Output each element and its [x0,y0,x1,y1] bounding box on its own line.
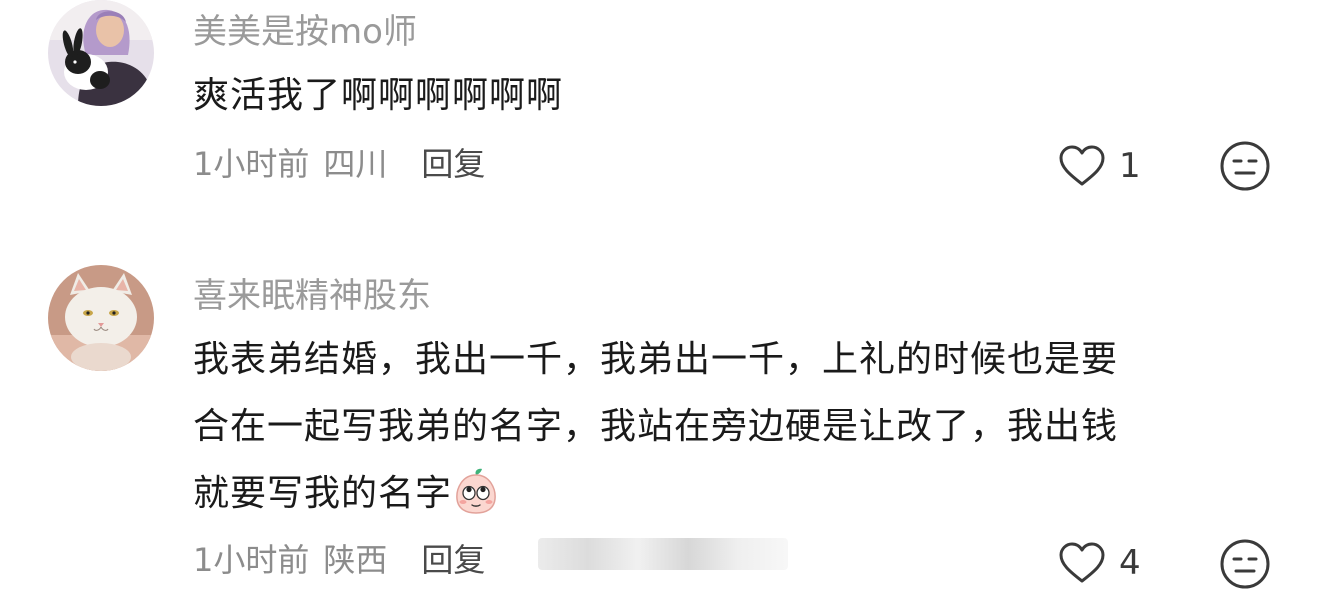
dislike-button[interactable] [1219,538,1271,590]
like-button[interactable]: 4 [1057,538,1141,588]
comment-text-line-3: 就要写我的名字 [193,460,1253,527]
peach-eye-roll-emoji-icon [454,467,498,515]
heart-icon [1059,542,1105,583]
user-avatar[interactable] [48,265,154,371]
comment-text-line-2: 合在一起写我弟的名字，我站在旁边硬是让改了，我出钱 [193,406,1119,447]
comment-region: 陕西 [323,541,388,579]
avatar-white-cat-icon [48,265,154,371]
reply-button[interactable]: 回复 [421,541,485,579]
comment-text-line-1: 我表弟结婚，我出一千，我弟出一千，上礼的时候也是要 [193,339,1119,380]
comment-username[interactable]: 喜来眠精神股东 [193,276,431,316]
comment-text-line-3-text: 就要写我的名字 [193,473,453,514]
comment-meta: 1小时前 陕西 回复 [193,540,485,580]
like-count: 4 [1119,543,1141,583]
neutral-face-icon [1220,539,1270,589]
comment-time: 1小时前 [193,541,310,579]
comment-item-2: 喜来眠精神股东 我表弟结婚，我出一千，我弟出一千，上礼的时候也是要 合在一起写我… [0,0,1320,589]
comment-text: 我表弟结婚，我出一千，我弟出一千，上礼的时候也是要 合在一起写我弟的名字，我站在… [193,326,1253,527]
blurred-watermark [538,538,788,570]
